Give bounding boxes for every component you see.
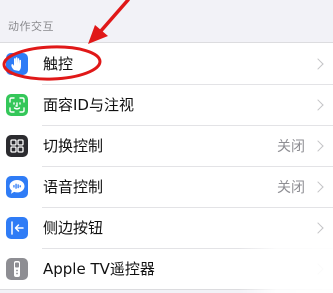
list-item-label: 切换控制 [43, 137, 104, 155]
voice-control-icon [6, 175, 28, 198]
switch-control-icon [6, 134, 28, 157]
list-item-face-id[interactable]: 面容ID与注视 [0, 84, 333, 125]
face-id-icon [6, 93, 28, 116]
hand-touch-icon [6, 52, 28, 75]
apple-tv-remote-icon [6, 257, 28, 280]
list-item-side-button[interactable]: 侧边按钮 [0, 207, 333, 248]
list-item-label: 触控 [43, 55, 74, 73]
annotation-arrow [98, 0, 130, 34]
list-item-label: 语音控制 [43, 178, 104, 196]
list-item-value: 关闭 [277, 138, 305, 155]
list-item-value: 关闭 [277, 179, 305, 196]
chevron-right-icon [312, 98, 324, 111]
chevron-right-icon [312, 57, 324, 70]
chevron-right-icon [312, 221, 324, 234]
list-item-label: 面容ID与注视 [43, 96, 134, 114]
side-button-icon [6, 216, 28, 239]
list-item-voice-control[interactable]: 语音控制 关闭 [0, 166, 333, 207]
list-item-label: Apple TV遥控器 [43, 260, 155, 278]
chevron-right-icon [312, 180, 324, 193]
list-item-touch[interactable]: 触控 [0, 43, 333, 84]
fade-overlay [238, 246, 333, 293]
list-item-label: 侧边按钮 [43, 219, 104, 237]
chevron-right-icon [312, 139, 324, 152]
list-item-switch-control[interactable]: 切换控制 关闭 [0, 125, 333, 166]
section-header: 动作交互 [8, 20, 54, 33]
